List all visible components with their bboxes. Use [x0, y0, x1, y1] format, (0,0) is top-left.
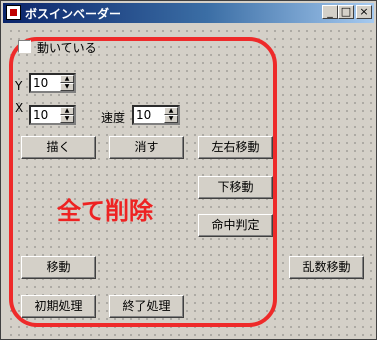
speed-value: 10 — [136, 108, 152, 122]
close-button[interactable]: × — [356, 5, 372, 19]
y-spinner[interactable]: 10 ▲ ▼ — [29, 73, 76, 93]
y-label: Y — [15, 79, 23, 93]
move-down-button[interactable]: 下移動 — [198, 176, 273, 199]
form-canvas: 動いている Y 10 ▲ ▼ X 10 ▲ ▼ 速度 10 ▲ ▼ 描く 消す … — [5, 25, 372, 337]
finish-button[interactable]: 終了処理 — [109, 295, 184, 318]
speed-label: 速度 — [101, 111, 126, 125]
y-value: 10 — [33, 76, 49, 90]
moving-checkbox-label: 動いている — [37, 41, 97, 55]
x-spinner[interactable]: 10 ▲ ▼ — [29, 105, 76, 125]
erase-button[interactable]: 消す — [109, 136, 184, 159]
move-left-right-button[interactable]: 左右移動 — [198, 136, 273, 159]
moving-checkbox[interactable] — [18, 40, 31, 53]
y-down-arrow-icon[interactable]: ▼ — [60, 83, 74, 91]
delete-all-annotation: 全て削除 — [57, 197, 153, 225]
move-button[interactable]: 移動 — [21, 256, 96, 279]
speed-spinner[interactable]: 10 ▲ ▼ — [132, 105, 180, 125]
app-icon[interactable] — [6, 5, 21, 20]
minimize-button[interactable]: _ — [322, 5, 338, 19]
maximize-button[interactable]: □ — [338, 5, 354, 19]
window-title: ボスインベーダー — [25, 7, 122, 21]
hit-test-button[interactable]: 命中判定 — [198, 214, 273, 237]
x-value: 10 — [33, 108, 49, 122]
speed-down-arrow-icon[interactable]: ▼ — [164, 115, 178, 123]
app-window: ボスインベーダー _ □ × 動いている Y 10 ▲ ▼ X 10 ▲ ▼ 速… — [0, 0, 377, 340]
random-move-button[interactable]: 乱数移動 — [289, 256, 364, 279]
x-label: X — [15, 101, 24, 115]
init-button[interactable]: 初期処理 — [21, 295, 96, 318]
y-up-arrow-icon[interactable]: ▲ — [60, 75, 74, 83]
x-down-arrow-icon[interactable]: ▼ — [60, 115, 74, 123]
x-up-arrow-icon[interactable]: ▲ — [60, 107, 74, 115]
speed-up-arrow-icon[interactable]: ▲ — [164, 107, 178, 115]
draw-button[interactable]: 描く — [21, 136, 96, 159]
title-bar[interactable]: ボスインベーダー _ □ × — [3, 3, 374, 23]
